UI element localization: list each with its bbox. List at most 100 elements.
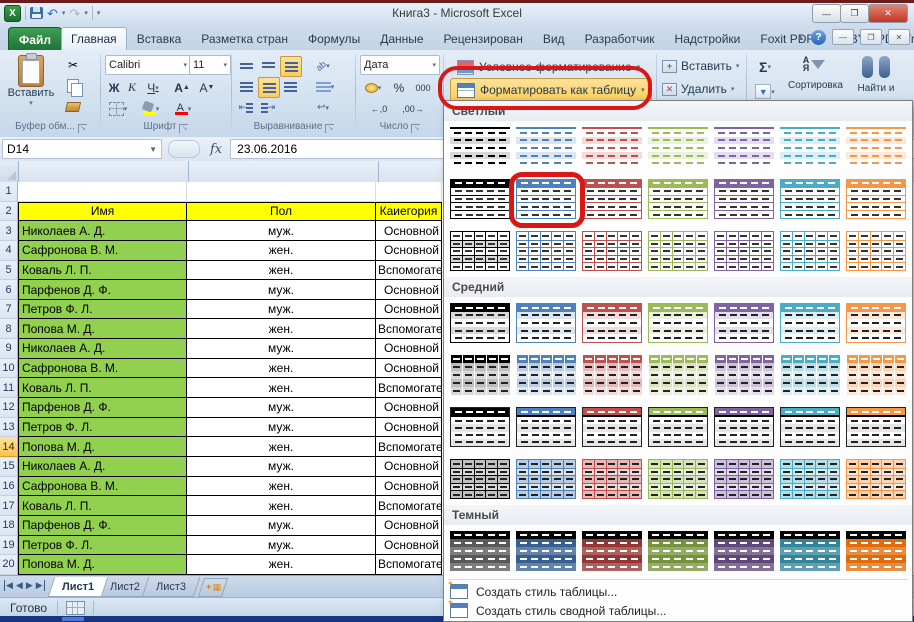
column-header-a[interactable] bbox=[19, 161, 189, 182]
table-style-swatch-red[interactable] bbox=[582, 407, 642, 447]
table-style-swatch-orange[interactable] bbox=[846, 127, 906, 167]
table-style-swatch-orange[interactable] bbox=[846, 231, 906, 271]
category-cell[interactable]: Вспомогатель bbox=[376, 496, 442, 516]
restore-icon[interactable]: ❐ bbox=[840, 4, 869, 23]
row-header[interactable]: 18 bbox=[0, 516, 18, 536]
table-style-swatch-purple[interactable] bbox=[714, 531, 774, 571]
ribbon-tab[interactable]: Формулы bbox=[298, 27, 370, 50]
table-style-swatch-red[interactable] bbox=[582, 303, 642, 343]
table-style-swatch-purple[interactable] bbox=[714, 231, 774, 271]
category-cell[interactable]: Вспомогатель bbox=[376, 555, 442, 575]
table-style-swatch-red[interactable] bbox=[582, 531, 642, 571]
name-cell[interactable]: Сафронова В. М. bbox=[18, 477, 187, 497]
insert-cells-button[interactable]: + Вставить▾ bbox=[662, 59, 739, 73]
row-header[interactable]: 3 bbox=[0, 221, 18, 241]
select-all-corner[interactable] bbox=[0, 161, 19, 182]
category-cell[interactable]: Основной bbox=[376, 221, 442, 241]
workbook-close-icon[interactable]: ✕ bbox=[888, 29, 910, 45]
row-header[interactable]: 19 bbox=[0, 536, 18, 556]
autosum-button[interactable]: Σ▾ bbox=[750, 57, 780, 76]
table-style-swatch-orange[interactable] bbox=[846, 303, 906, 343]
align-middle-button[interactable] bbox=[258, 56, 278, 75]
name-cell[interactable]: Попова М. Д. bbox=[18, 437, 187, 457]
gender-cell[interactable]: жен. bbox=[187, 496, 376, 516]
percent-button[interactable]: % bbox=[390, 78, 408, 97]
category-cell[interactable]: Вспомогатель bbox=[376, 378, 442, 398]
table-style-swatch-black[interactable] bbox=[450, 179, 510, 219]
conditional-formatting-button[interactable]: Условное форматирование▾ bbox=[450, 55, 647, 79]
gender-cell[interactable]: жен. bbox=[187, 378, 376, 398]
table-style-swatch-red[interactable] bbox=[582, 127, 642, 167]
macro-record-icon[interactable] bbox=[66, 601, 85, 615]
increase-decimal-button[interactable]: ←,0 bbox=[364, 99, 394, 118]
fill-color-button[interactable]: ▾ bbox=[137, 99, 163, 118]
gender-cell[interactable]: муж. bbox=[187, 418, 376, 438]
table-style-swatch-green[interactable] bbox=[648, 355, 708, 395]
gender-cell[interactable]: муж. bbox=[187, 516, 376, 536]
category-cell[interactable]: Основной bbox=[376, 418, 442, 438]
name-cell[interactable]: Парфенов Д. Ф. bbox=[18, 398, 187, 418]
comma-style-button[interactable]: 000 bbox=[410, 78, 436, 97]
table-style-swatch-green[interactable] bbox=[648, 231, 708, 271]
category-cell[interactable]: Вспомогатель bbox=[376, 319, 442, 339]
table-style-swatch-green[interactable] bbox=[648, 303, 708, 343]
category-cell[interactable]: Основной bbox=[376, 457, 442, 477]
sheet-tab[interactable]: Лист1 bbox=[47, 577, 108, 597]
decrease-indent-button[interactable]: ⇤ bbox=[236, 98, 256, 117]
table-style-swatch-black[interactable] bbox=[450, 231, 510, 271]
row-header[interactable]: 1 bbox=[0, 182, 18, 202]
name-cell[interactable]: Николаев А. Д. bbox=[18, 457, 187, 477]
table-style-swatch-orange[interactable] bbox=[846, 407, 906, 447]
ribbon-tab[interactable]: Вид bbox=[533, 27, 575, 50]
chevron-down-icon[interactable]: ▼ bbox=[149, 145, 157, 154]
table-style-swatch-blue[interactable] bbox=[516, 303, 576, 343]
font-color-button[interactable]: А ▾ bbox=[169, 99, 195, 118]
prev-sheet-icon[interactable]: ◀ bbox=[16, 580, 23, 591]
category-cell[interactable]: Основной bbox=[376, 477, 442, 497]
ribbon-tab[interactable]: Данные bbox=[370, 27, 433, 50]
table-style-swatch-red[interactable] bbox=[582, 231, 642, 271]
decrease-decimal-button[interactable]: ,00→ bbox=[398, 99, 428, 118]
table-style-swatch-black[interactable] bbox=[450, 127, 510, 167]
category-cell[interactable]: Основной bbox=[376, 339, 442, 359]
table-style-swatch-black[interactable] bbox=[450, 407, 510, 447]
category-cell[interactable]: Основной bbox=[376, 536, 442, 556]
name-cell[interactable]: Парфенов Д. Ф. bbox=[18, 516, 187, 536]
name-cell[interactable]: Коваль Л. П. bbox=[18, 378, 187, 398]
name-cell[interactable]: Попова М. Д. bbox=[18, 319, 187, 339]
sheet-tab[interactable]: Лист3 bbox=[142, 577, 201, 597]
table-style-swatch-orange[interactable] bbox=[846, 355, 906, 395]
row-header[interactable]: 15 bbox=[0, 457, 18, 477]
gender-cell[interactable]: жен. bbox=[187, 359, 376, 379]
insert-worksheet-button[interactable]: ✦▦ bbox=[198, 578, 228, 597]
table-style-swatch-red[interactable] bbox=[582, 459, 642, 499]
cell[interactable] bbox=[18, 182, 187, 202]
category-cell[interactable]: Основной bbox=[376, 241, 442, 261]
row-header[interactable]: 8 bbox=[0, 319, 18, 339]
category-cell[interactable]: Основной bbox=[376, 398, 442, 418]
gender-cell[interactable]: жен. bbox=[187, 477, 376, 497]
gender-cell[interactable]: муж. bbox=[187, 398, 376, 418]
align-bottom-button[interactable] bbox=[280, 56, 302, 77]
row-header[interactable]: 7 bbox=[0, 300, 18, 320]
header-cell[interactable]: Имя bbox=[18, 202, 187, 222]
table-style-swatch-blue[interactable] bbox=[516, 127, 576, 167]
minimize-icon[interactable]: — bbox=[812, 4, 841, 23]
align-left-button[interactable] bbox=[236, 77, 256, 96]
bold-button[interactable]: Ж bbox=[106, 78, 122, 97]
category-cell[interactable]: Основной bbox=[376, 359, 442, 379]
borders-button[interactable]: ▾ bbox=[106, 99, 130, 118]
ribbon-tab[interactable]: Главная bbox=[61, 27, 127, 50]
underline-button[interactable]: Ч▾ bbox=[142, 78, 164, 97]
increase-indent-button[interactable]: ⇥ bbox=[258, 98, 278, 117]
name-cell[interactable]: Николаев А. Д. bbox=[18, 221, 187, 241]
clipboard-group-label[interactable]: Буфер обм...↘ bbox=[2, 121, 100, 133]
undo-dropdown-arrow[interactable]: ▾ bbox=[62, 9, 66, 17]
align-top-button[interactable] bbox=[236, 56, 256, 75]
table-style-swatch-red[interactable] bbox=[582, 179, 642, 219]
ribbon-tab[interactable]: Вставка bbox=[127, 27, 192, 50]
gender-cell[interactable]: жен. bbox=[187, 555, 376, 575]
table-style-swatch-black[interactable] bbox=[450, 459, 510, 499]
alignment-group-label[interactable]: Выравнивание↘ bbox=[234, 121, 354, 133]
save-icon[interactable] bbox=[30, 7, 43, 19]
